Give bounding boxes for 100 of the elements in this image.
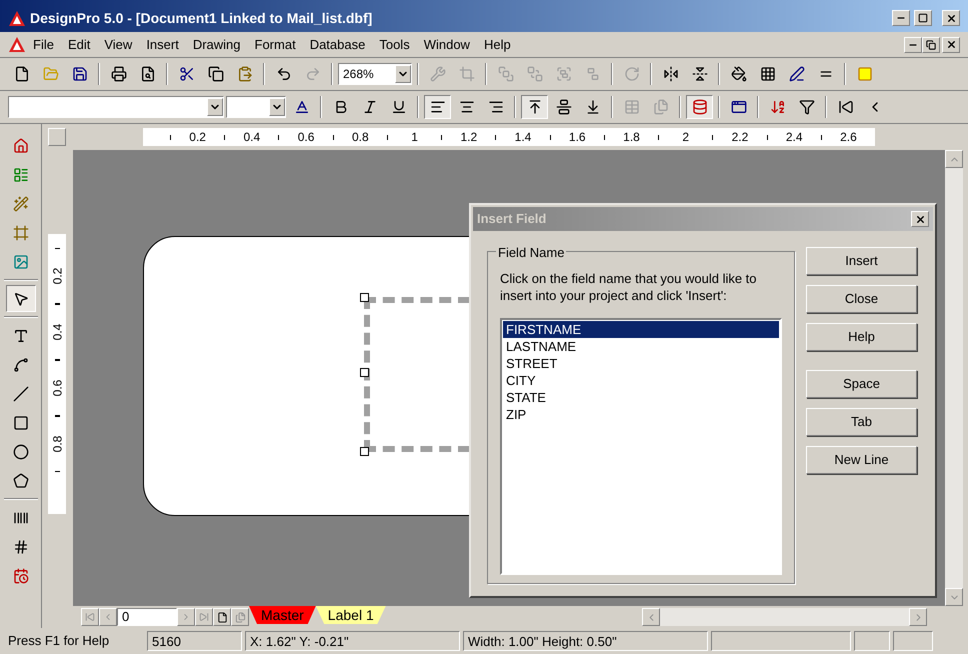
first-record-icon bbox=[838, 99, 854, 115]
documents-icon bbox=[652, 99, 668, 115]
restore-icon bbox=[926, 40, 936, 50]
dialog-button[interactable]: Close bbox=[806, 285, 917, 313]
close-button[interactable] bbox=[942, 10, 960, 26]
resize-handle[interactable] bbox=[360, 293, 369, 302]
database-icon bbox=[692, 99, 708, 115]
close-button[interactable] bbox=[911, 211, 929, 227]
ruler-label: 1 bbox=[410, 129, 419, 146]
window-title: DesignPro 5.0 - [Document1 Linked to Mail_list.dbf] bbox=[30, 8, 372, 28]
status-text: Width: 1.00" Height: 0.50" bbox=[463, 631, 708, 651]
flip-vertical-icon bbox=[692, 66, 708, 82]
ruler-label: 0.8 bbox=[350, 129, 370, 146]
field-list-item[interactable]: STATE bbox=[503, 389, 779, 406]
ruler-label: 1.8 bbox=[622, 129, 641, 146]
sort-icon bbox=[770, 99, 786, 115]
crop-icon bbox=[458, 66, 474, 82]
dialog-button[interactable]: New Line bbox=[806, 446, 917, 474]
close-button[interactable] bbox=[942, 36, 960, 52]
pattern-icon bbox=[760, 66, 776, 82]
field-list[interactable]: FIRSTNAME LASTNAME STREET CITY STATE ZIP bbox=[500, 318, 782, 575]
first-icon bbox=[85, 612, 95, 622]
align-left-icon bbox=[430, 99, 446, 115]
color-swatch-icon bbox=[856, 66, 872, 82]
rectangle-icon bbox=[12, 414, 28, 430]
align-bottom-icon bbox=[584, 99, 600, 115]
status-panel bbox=[893, 631, 933, 651]
dialog-button[interactable]: Help bbox=[806, 323, 917, 351]
dialog-button[interactable]: Tab bbox=[806, 408, 917, 436]
sheet-tab[interactable]: Master bbox=[249, 606, 316, 624]
horizontal-scrollbar[interactable] bbox=[642, 608, 927, 626]
ruler-label: 2.2 bbox=[730, 129, 750, 146]
menu-item[interactable]: Insert bbox=[139, 34, 186, 54]
menu-item[interactable]: Format bbox=[248, 34, 303, 54]
house-icon bbox=[12, 138, 28, 154]
send-backward-icon bbox=[526, 66, 542, 82]
first-page-button[interactable] bbox=[81, 608, 99, 626]
toolbar-button[interactable] bbox=[521, 95, 548, 119]
page-button[interactable] bbox=[213, 608, 231, 626]
layout-icon bbox=[12, 166, 28, 182]
field-list-item[interactable]: ZIP bbox=[503, 406, 779, 423]
paint-bucket-icon bbox=[730, 66, 746, 82]
menu-item[interactable]: Help bbox=[476, 34, 518, 54]
maximize-icon bbox=[918, 13, 928, 23]
maximize-button[interactable] bbox=[914, 10, 932, 26]
close-icon bbox=[946, 12, 956, 24]
new-file-icon bbox=[14, 66, 30, 82]
menu-item[interactable]: Window bbox=[416, 34, 477, 54]
barcode-icon bbox=[12, 510, 28, 526]
font-size-combo[interactable] bbox=[226, 96, 286, 118]
instruction-text: Click on the field name that you would like to insert into your project and click 'Insert': bbox=[500, 270, 758, 304]
flip-horizontal-icon bbox=[662, 66, 678, 82]
line-icon bbox=[12, 386, 28, 402]
ruler-label: 1.4 bbox=[514, 129, 532, 146]
previous-page-button[interactable] bbox=[99, 608, 117, 626]
ruler-label: 1.2 bbox=[459, 129, 478, 146]
menu-item[interactable]: Database bbox=[302, 34, 372, 54]
undo-icon bbox=[276, 66, 292, 82]
vertical-scrollbar[interactable] bbox=[945, 150, 963, 606]
align-right-icon bbox=[488, 99, 504, 115]
wrench-icon bbox=[430, 66, 446, 82]
minimize-button[interactable] bbox=[904, 36, 922, 52]
menu-item[interactable]: File bbox=[26, 34, 61, 54]
last-page-button[interactable] bbox=[195, 608, 213, 626]
menu-item[interactable]: View bbox=[97, 34, 140, 54]
zoom-combo[interactable]: 268% bbox=[338, 63, 412, 85]
page-number-field[interactable]: 0 bbox=[117, 608, 177, 626]
dialog-button[interactable]: Space bbox=[806, 370, 917, 398]
restore-button[interactable] bbox=[922, 36, 940, 52]
align-center-icon bbox=[458, 99, 474, 115]
pointer-icon bbox=[12, 290, 28, 306]
tool-button[interactable] bbox=[6, 285, 36, 312]
field-list-item[interactable]: FIRSTNAME bbox=[503, 321, 779, 338]
ruler-label: 2.4 bbox=[784, 129, 804, 146]
resize-handle[interactable] bbox=[360, 447, 369, 456]
scroll-up-icon bbox=[945, 150, 963, 168]
font-color-icon bbox=[294, 99, 310, 115]
field-list-item[interactable]: CITY bbox=[503, 372, 779, 389]
next-page-button[interactable] bbox=[177, 608, 195, 626]
menu-item[interactable]: Tools bbox=[372, 34, 417, 54]
dialog-button[interactable]: Insert bbox=[806, 247, 917, 275]
field-list-item[interactable]: STREET bbox=[503, 355, 779, 372]
minimize-button[interactable] bbox=[892, 10, 910, 26]
field-list-item[interactable]: LASTNAME bbox=[503, 338, 779, 355]
close-icon bbox=[914, 214, 926, 224]
font-combo[interactable] bbox=[8, 96, 224, 118]
menu-item[interactable]: Drawing bbox=[186, 34, 248, 54]
logo-icon bbox=[8, 10, 26, 26]
sheet-tab[interactable]: Label 1 bbox=[316, 606, 386, 624]
page-icon bbox=[216, 612, 228, 622]
ungroup-icon bbox=[584, 66, 600, 82]
ruler-label: 0.2 bbox=[188, 129, 207, 146]
resize-handle[interactable] bbox=[360, 368, 369, 377]
scroll-down-icon bbox=[945, 588, 963, 606]
toolbar-button[interactable] bbox=[424, 95, 451, 119]
toolbar-button[interactable] bbox=[686, 95, 713, 119]
underline-icon bbox=[390, 99, 406, 115]
menu-item[interactable]: Edit bbox=[60, 34, 98, 54]
pages-button[interactable] bbox=[231, 608, 249, 626]
close-icon bbox=[946, 39, 956, 50]
